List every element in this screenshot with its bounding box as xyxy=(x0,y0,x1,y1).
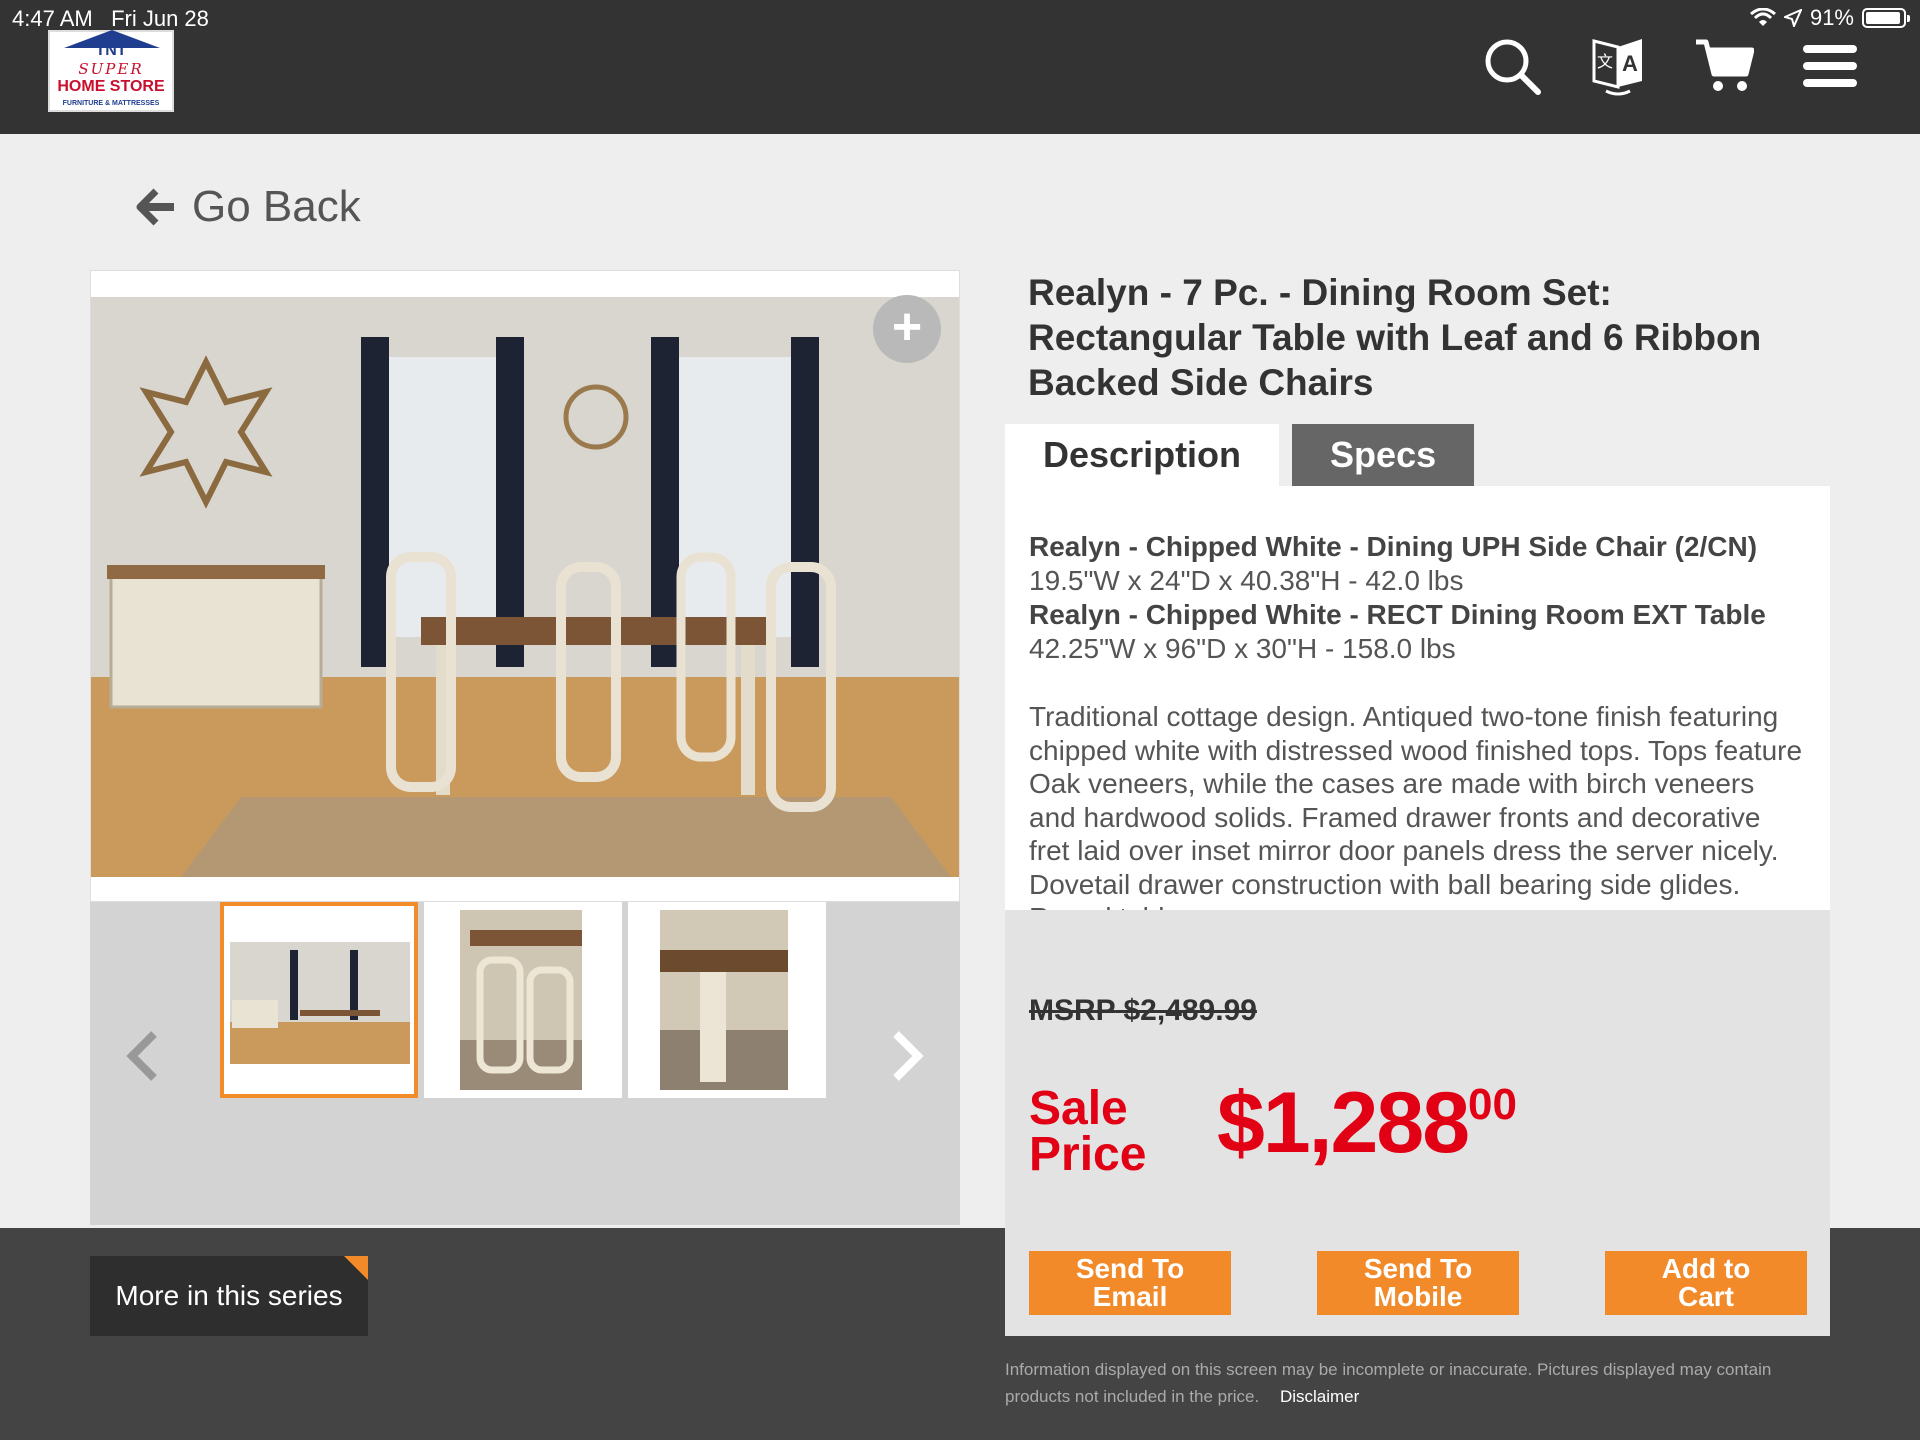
more-in-series-button[interactable]: More in this series xyxy=(90,1256,368,1336)
tab-specs[interactable]: Specs xyxy=(1292,424,1475,486)
battery-icon xyxy=(1862,8,1910,28)
status-clock: 4:47 AM xyxy=(12,6,93,31)
add-cart-label-2: Cart xyxy=(1677,1281,1734,1312)
logo-line-3: HOME STORE xyxy=(57,78,165,95)
wifi-icon xyxy=(1749,8,1776,26)
chevron-left-icon xyxy=(126,1031,157,1081)
svg-text:文: 文 xyxy=(1597,52,1613,71)
pricing-panel: MSRP $2,489.99 Sale Price $1,28800 Send … xyxy=(1005,910,1830,1336)
send-mobile-label-2: Mobile xyxy=(1373,1281,1463,1312)
location-arrow-icon xyxy=(1783,9,1802,27)
sale-price: $1,28800 xyxy=(1217,1074,1517,1173)
logo-line-4: FURNITURE & MATTRESSES xyxy=(62,100,160,107)
zoom-button[interactable]: + xyxy=(873,295,941,363)
store-logo[interactable]: TNT SUPER HOME STORE FURNITURE & MATTRES… xyxy=(48,30,174,112)
sale-label-line1: Sale xyxy=(1029,1082,1128,1135)
thumbnail-3[interactable] xyxy=(628,902,826,1098)
menu-icon xyxy=(1803,45,1857,87)
search-icon xyxy=(1485,39,1541,95)
menu-button[interactable] xyxy=(1800,36,1860,96)
plus-icon: + xyxy=(891,298,923,356)
thumbnail-1[interactable] xyxy=(220,902,418,1098)
component-dimensions: 19.5"W x 24"D x 40.38"H - 42.0 lbs xyxy=(1029,565,1464,596)
product-tabs: Description Specs xyxy=(1005,424,1475,486)
add-to-cart-button[interactable]: Add to Cart xyxy=(1605,1251,1807,1315)
main-product-image[interactable]: + xyxy=(90,270,960,902)
msrp-label: MSRP xyxy=(1029,994,1116,1027)
go-back-button[interactable]: Go Back xyxy=(136,182,361,232)
add-cart-label-1: Add to xyxy=(1661,1253,1751,1284)
sale-label-line2: Price xyxy=(1029,1128,1147,1181)
more-in-series-label: More in this series xyxy=(115,1280,343,1311)
product-description: Traditional cottage design. Antiqued two… xyxy=(1029,701,1803,910)
component-name: Realyn - Chipped White - Dining UPH Side… xyxy=(1029,531,1758,562)
thumbnail-strip xyxy=(220,902,826,1098)
component-dimensions: 42.25"W x 96"D x 30"H - 158.0 lbs xyxy=(1029,633,1456,664)
disclaimer-footer: Information displayed on this screen may… xyxy=(1005,1356,1825,1410)
send-mobile-label-1: Send To xyxy=(1363,1253,1473,1284)
status-indicators: 91% xyxy=(1749,5,1910,31)
go-back-label: Go Back xyxy=(192,182,361,231)
gallery-prev-button[interactable] xyxy=(126,1030,160,1087)
logo-line-2: SUPER xyxy=(78,60,144,78)
nav-actions: A 文 xyxy=(1482,36,1860,96)
battery-percent: 91% xyxy=(1809,5,1854,30)
top-app-bar: 4:47 AM Fri Jun 28 91% TNT SUPER HOME ST… xyxy=(0,0,1920,134)
search-button[interactable] xyxy=(1482,36,1542,96)
translate-icon: A 文 xyxy=(1592,39,1642,96)
thumbnail-2[interactable] xyxy=(424,902,622,1098)
send-to-email-button[interactable]: Send To Email xyxy=(1029,1251,1231,1315)
status-bar: 4:47 AM Fri Jun 28 91% xyxy=(0,0,1920,36)
disclaimer-text: Information displayed on this screen may… xyxy=(1005,1360,1772,1406)
msrp-price: MSRP $2,489.99 xyxy=(1029,994,1257,1028)
description-panel[interactable]: Realyn - Chipped White - Dining UPH Side… xyxy=(1005,486,1830,910)
sale-price-label: Sale Price xyxy=(1029,1082,1147,1181)
status-date: Fri Jun 28 xyxy=(111,6,209,31)
translate-button[interactable]: A 文 xyxy=(1588,36,1648,96)
gallery-next-button[interactable] xyxy=(890,1030,924,1087)
product-gallery: + xyxy=(90,270,960,1225)
send-email-label-2: Email xyxy=(1092,1281,1168,1312)
arrow-left-icon xyxy=(136,188,174,226)
status-time: 4:47 AM Fri Jun 28 xyxy=(12,6,209,32)
corner-flag-icon xyxy=(344,1256,368,1280)
cart-icon xyxy=(1696,39,1754,91)
disclaimer-link[interactable]: Disclaimer xyxy=(1280,1387,1359,1406)
chevron-right-icon xyxy=(893,1031,924,1081)
cart-button[interactable] xyxy=(1694,36,1754,96)
component-name: Realyn - Chipped White - RECT Dining Roo… xyxy=(1029,599,1766,630)
dining-room-photo xyxy=(91,297,959,877)
send-to-mobile-button[interactable]: Send To Mobile xyxy=(1317,1251,1519,1315)
tab-description[interactable]: Description xyxy=(1005,424,1280,486)
sale-price-cents: 00 xyxy=(1468,1080,1517,1129)
msrp-value: $2,489.99 xyxy=(1123,994,1257,1027)
svg-text:A: A xyxy=(1622,51,1638,76)
send-email-label-1: Send To xyxy=(1075,1253,1185,1284)
logo-line-1: TNT xyxy=(95,42,127,59)
sale-price-dollars: $1,288 xyxy=(1217,1075,1470,1171)
product-title: Realyn - 7 Pc. - Dining Room Set: Rectan… xyxy=(1028,272,1762,403)
